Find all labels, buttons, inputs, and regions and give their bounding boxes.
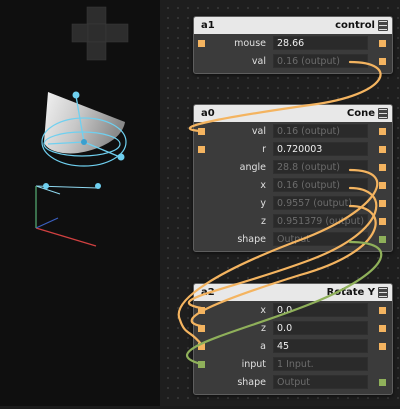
move-cross-icon[interactable] <box>71 6 129 61</box>
param-label: shape <box>237 234 266 245</box>
param-value-field: 0.16 (output) <box>273 124 368 138</box>
param-row-val: val 0.16 (output) <box>194 122 392 140</box>
output-port[interactable] <box>379 182 386 189</box>
param-value-field: 0.16 (output) <box>273 178 368 192</box>
param-row-x: x 0.16 (output) <box>194 176 392 194</box>
output-port[interactable] <box>379 128 386 135</box>
param-label: val <box>251 126 266 137</box>
output-port[interactable] <box>379 307 386 314</box>
param-label: x <box>260 180 266 191</box>
output-port[interactable] <box>379 236 386 243</box>
3d-viewport[interactable] <box>0 0 160 406</box>
param-row-shape: shape Output <box>194 373 392 391</box>
param-value-field[interactable]: 0.0 <box>273 321 368 335</box>
node-menu-icon[interactable] <box>378 20 388 31</box>
node-a2-rotate-y[interactable]: a2 Rotate Y x 0.0 z 0.0 a 45 input 1 Inp… <box>193 283 393 395</box>
param-value-field: Output <box>273 375 368 389</box>
param-row-val: val 0.16 (output) <box>194 52 392 70</box>
param-label: x <box>260 305 266 316</box>
param-label: mouse <box>234 38 266 49</box>
param-label: z <box>261 323 266 334</box>
node-a1-control[interactable]: a1 control mouse 28.66 val 0.16 (output) <box>193 16 393 74</box>
param-row-input: input 1 Input. <box>194 355 392 373</box>
node-header[interactable]: a1 control <box>194 17 392 34</box>
param-value-field: 0.9557 (output) <box>273 196 368 210</box>
param-row-z: z 0.951379 (output) <box>194 212 392 230</box>
param-label: z <box>261 216 266 227</box>
param-value-field[interactable]: 0.0 <box>273 303 368 317</box>
param-label: y <box>260 198 266 209</box>
axes-gizmo <box>35 183 101 247</box>
cone-3d[interactable] <box>41 91 127 167</box>
node-type: Cone <box>346 108 375 119</box>
param-row-y: y 0.9557 (output) <box>194 194 392 212</box>
output-port[interactable] <box>379 164 386 171</box>
param-label: input <box>241 359 266 370</box>
node-id: a1 <box>201 20 215 31</box>
node-menu-icon[interactable] <box>378 287 388 298</box>
output-port[interactable] <box>379 379 386 386</box>
param-value-field[interactable]: 28.66 <box>273 36 368 50</box>
param-value-field: 0.16 (output) <box>273 54 368 68</box>
param-row-mouse: mouse 28.66 <box>194 34 392 52</box>
node-a0-cone[interactable]: a0 Cone val 0.16 (output) r 0.720003 ang… <box>193 104 393 252</box>
param-row-x: x 0.0 <box>194 301 392 319</box>
param-value-field: 1 Input. <box>273 357 368 371</box>
output-port[interactable] <box>379 40 386 47</box>
output-port[interactable] <box>379 218 386 225</box>
output-port[interactable] <box>379 58 386 65</box>
param-row-shape: shape Output <box>194 230 392 248</box>
param-value-field: Output <box>273 232 368 246</box>
param-value-field: 28.8 (output) <box>273 160 368 174</box>
node-header[interactable]: a0 Cone <box>194 105 392 122</box>
node-id: a2 <box>201 287 215 298</box>
param-row-z: z 0.0 <box>194 319 392 337</box>
output-port[interactable] <box>379 146 386 153</box>
param-value-field[interactable]: 45 <box>273 339 368 353</box>
param-row-r: r 0.720003 <box>194 140 392 158</box>
node-type: Rotate Y <box>326 287 375 298</box>
output-port[interactable] <box>379 343 386 350</box>
node-type: control <box>335 20 375 31</box>
param-row-angle: angle 28.8 (output) <box>194 158 392 176</box>
node-graph-canvas[interactable]: a1 control mouse 28.66 val 0.16 (output)… <box>160 0 400 406</box>
param-label: val <box>251 56 266 67</box>
param-label: a <box>260 341 266 352</box>
param-label: shape <box>237 377 266 388</box>
param-value-field[interactable]: 0.720003 <box>273 142 368 156</box>
node-header[interactable]: a2 Rotate Y <box>194 284 392 301</box>
param-label: r <box>262 144 266 155</box>
param-label: angle <box>239 162 266 173</box>
param-value-field: 0.951379 (output) <box>273 214 368 228</box>
output-port[interactable] <box>379 325 386 332</box>
output-port[interactable] <box>379 200 386 207</box>
viewport-canvas[interactable] <box>0 0 160 406</box>
node-menu-icon[interactable] <box>378 108 388 119</box>
node-id: a0 <box>201 108 215 119</box>
param-row-a: a 45 <box>194 337 392 355</box>
